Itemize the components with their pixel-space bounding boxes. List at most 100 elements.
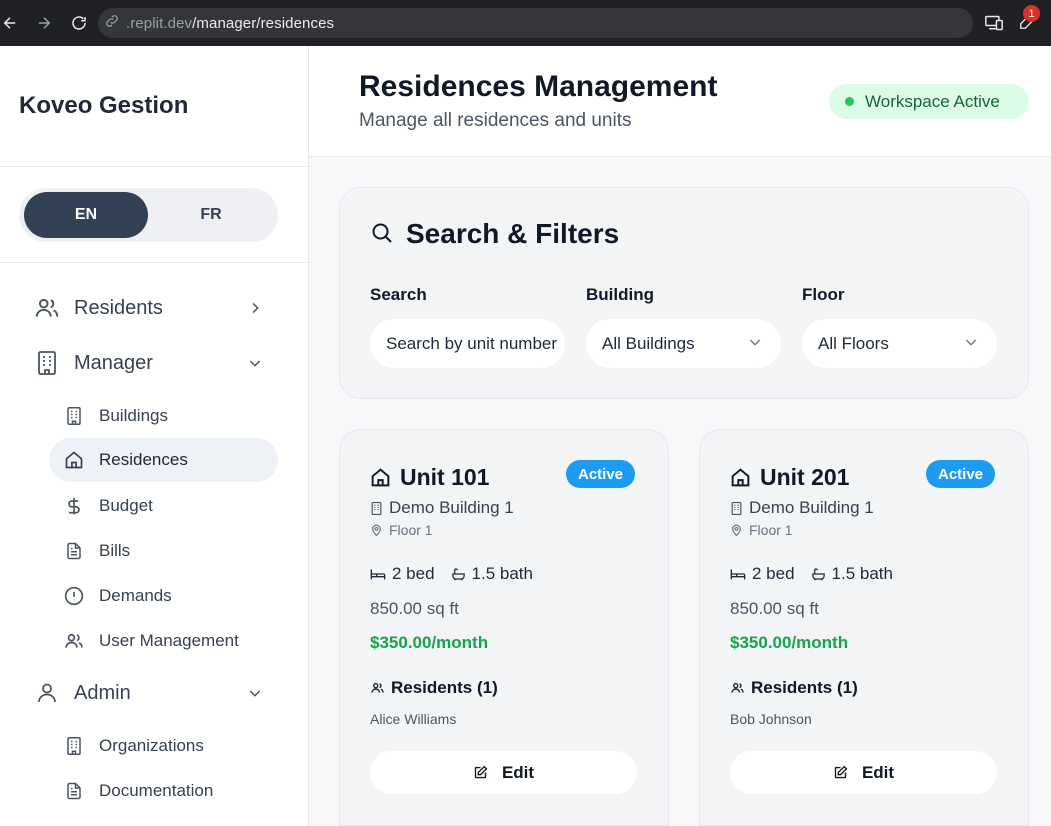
residents-heading-label: Residents (1): [751, 678, 858, 697]
notification-badge: 1: [1023, 5, 1040, 22]
unit-building: Demo Building 1: [730, 498, 874, 518]
user-icon: [31, 677, 63, 709]
filters-title: Search & Filters: [406, 218, 620, 249]
unit-rooms: 2 bed 1.5 bath: [370, 564, 533, 584]
edit-button-label: Edit: [861, 762, 895, 782]
unit-area: 850.00 sq ft: [370, 599, 459, 618]
edit-icon: [833, 765, 848, 780]
page-header: Residences Management Manage all residen…: [309, 46, 1051, 157]
sidebar-item-label: User Management: [99, 631, 239, 650]
resident-name: Bob Johnson: [730, 711, 812, 727]
page-subtitle: Manage all residences and units: [359, 110, 632, 131]
extensions-icon[interactable]: 1: [1014, 5, 1040, 35]
address-bar[interactable]: .replit.dev/manager/residences: [98, 8, 973, 38]
lang-fr-button[interactable]: FR: [149, 192, 273, 238]
bed-icon: [370, 567, 386, 581]
dollar-icon: [63, 495, 85, 517]
edit-button-label: Edit: [501, 762, 535, 782]
sidebar-group-label: Admin: [74, 681, 131, 704]
unit-area: 850.00 sq ft: [730, 599, 819, 618]
sidebar-item-residences[interactable]: Residences: [49, 438, 278, 482]
home-icon: [730, 467, 752, 489]
sidebar-item-label: Buildings: [99, 406, 168, 425]
url-text: .replit.dev/manager/residences: [126, 15, 334, 32]
sidebar-item-bills[interactable]: Bills: [49, 529, 278, 573]
language-toggle: EN FR: [19, 188, 278, 242]
edit-button[interactable]: Edit: [370, 751, 637, 794]
back-icon[interactable]: [0, 11, 22, 35]
status-badge: Active: [926, 460, 996, 488]
unit-floor: Floor 1: [730, 522, 793, 538]
unit-title: Unit 201: [760, 464, 850, 490]
search-placeholder: Search by unit number: [386, 333, 558, 353]
search-label: Search: [370, 285, 427, 304]
link-icon: [104, 13, 120, 34]
building-name: Demo Building 1: [389, 498, 514, 517]
chevron-right-icon: [245, 298, 265, 318]
building-icon: [63, 735, 85, 757]
browser-toolbar: .replit.dev/manager/residences 1: [0, 0, 1051, 46]
sidebar-divider: [0, 262, 308, 263]
building-icon: [730, 501, 743, 516]
unit-rent: $350.00/month: [370, 633, 489, 652]
building-icon: [31, 347, 63, 379]
sidebar-item-buildings[interactable]: Buildings: [49, 394, 278, 438]
bath-count: 1.5 bath: [831, 564, 893, 583]
reload-icon[interactable]: [67, 11, 91, 35]
residents-heading: Residents (1): [370, 678, 498, 698]
sidebar-group-admin[interactable]: Admin: [19, 671, 279, 715]
building-select-value: All Buildings: [602, 333, 695, 353]
unit-title: Unit 101: [400, 464, 490, 490]
sidebar-group-manager[interactable]: Manager: [19, 341, 279, 385]
sidebar-item-budget[interactable]: Budget: [49, 484, 278, 528]
sidebar-item-organizations[interactable]: Organizations: [49, 724, 278, 768]
map-pin-icon: [370, 523, 383, 537]
chevron-down-icon: [963, 334, 981, 352]
building-select[interactable]: All Buildings: [586, 319, 781, 368]
sidebar-item-label: Documentation: [99, 781, 214, 800]
users-icon: [370, 681, 385, 695]
floor-select-value: All Floors: [818, 333, 889, 353]
floor-name: Floor 1: [749, 522, 793, 538]
building-icon: [63, 405, 85, 427]
bath-icon: [811, 567, 826, 581]
floor-select[interactable]: All Floors: [802, 319, 997, 368]
sidebar-item-label: Residences: [99, 450, 188, 469]
users-icon: [31, 292, 63, 324]
sidebar-divider: [0, 166, 308, 167]
unit-card: Unit 201 Active Demo Building 1 Floor 1 …: [699, 429, 1029, 826]
devices-icon[interactable]: [982, 11, 1006, 35]
forward-icon[interactable]: [32, 11, 56, 35]
search-input[interactable]: Search by unit number: [370, 319, 565, 368]
building-icon: [370, 501, 383, 516]
brand-name: Koveo Gestion: [19, 92, 189, 119]
sidebar-item-documentation[interactable]: Documentation: [49, 769, 278, 813]
sidebar: Koveo Gestion EN FR Residents Manager Bu…: [0, 46, 309, 826]
search-icon: [370, 221, 396, 247]
chevron-down-icon: [245, 353, 265, 373]
search-filters-card: Search & Filters Search Building Floor S…: [339, 187, 1029, 399]
sidebar-item-label: Bills: [99, 541, 131, 560]
sidebar-group-label: Manager: [74, 351, 153, 374]
sidebar-group-residents[interactable]: Residents: [19, 286, 279, 330]
url-domain: .replit.dev: [126, 14, 193, 32]
chevron-down-icon: [747, 334, 765, 352]
url-path: /manager/residences: [192, 14, 335, 32]
sidebar-item-demands[interactable]: Demands: [49, 574, 278, 618]
bath-icon: [451, 567, 466, 581]
workspace-status-label: Workspace Active: [865, 91, 1000, 111]
floor-name: Floor 1: [389, 522, 433, 538]
lang-en-button[interactable]: EN: [24, 192, 148, 238]
bath-count: 1.5 bath: [471, 564, 533, 583]
map-pin-icon: [730, 523, 743, 537]
residents-heading: Residents (1): [730, 678, 858, 698]
sidebar-item-user-management[interactable]: User Management: [49, 619, 278, 663]
unit-floor: Floor 1: [370, 522, 433, 538]
home-icon: [370, 467, 392, 489]
resident-name: Alice Williams: [370, 711, 457, 727]
file-text-icon: [63, 780, 85, 802]
building-label: Building: [586, 285, 654, 304]
status-dot: [845, 97, 854, 106]
edit-button[interactable]: Edit: [730, 751, 997, 794]
users-icon: [730, 681, 745, 695]
